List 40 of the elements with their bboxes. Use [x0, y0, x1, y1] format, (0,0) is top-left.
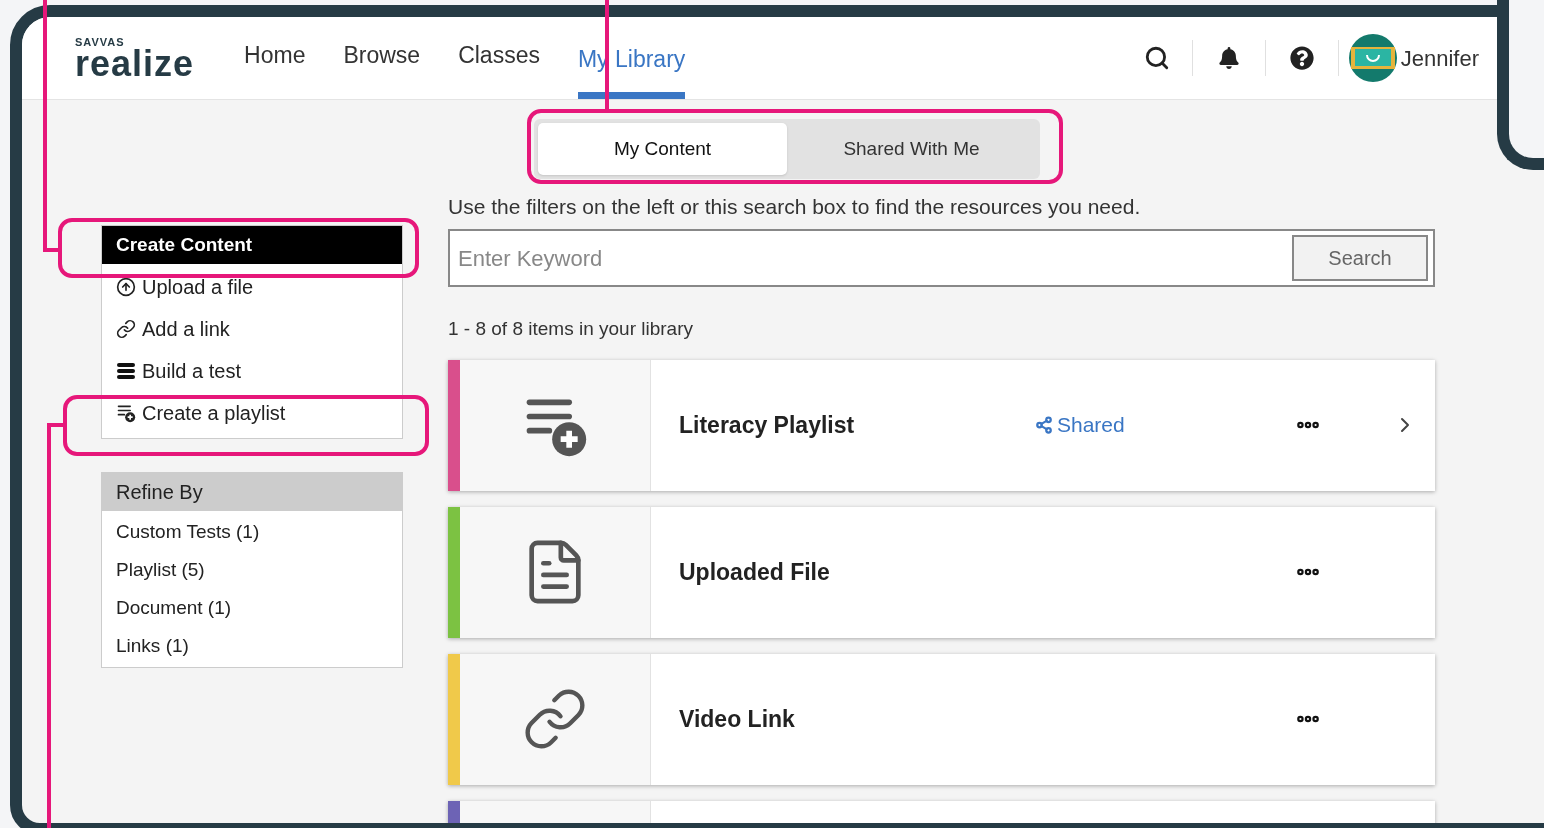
content-card[interactable]: Literacy Playlist Shared [448, 359, 1435, 491]
filter-link[interactable]: Links (1) [116, 631, 388, 661]
link-icon [522, 686, 588, 752]
content-card[interactable]: Uploaded File [448, 506, 1435, 638]
create-menu-item[interactable]: Create a playlist [116, 400, 388, 426]
panel-header: Create Content [102, 226, 402, 264]
notification-bell-icon[interactable] [1217, 47, 1240, 69]
create-menu-item[interactable]: Upload a file [116, 274, 388, 300]
stacked-bars-icon [116, 361, 136, 381]
chalkboard-avatar-icon[interactable] [1348, 34, 1397, 82]
card-title[interactable]: Uploaded File [679, 554, 1035, 590]
upload-icon [116, 277, 136, 297]
share-icon [1035, 416, 1053, 434]
search-icon[interactable] [1143, 45, 1170, 71]
link-icon [116, 319, 136, 339]
help-icon[interactable] [1289, 46, 1314, 70]
tab[interactable]: Shared With Me [787, 123, 1036, 175]
create-menu-item[interactable]: Build a test [116, 358, 388, 384]
playlist-add-icon [116, 403, 136, 423]
keyword-input[interactable]: Enter Keyword [458, 241, 1292, 275]
panel-header: Refine By [102, 473, 402, 511]
tab[interactable]: My Content [538, 123, 787, 175]
filter-link[interactable]: Custom Tests (1) [116, 517, 388, 547]
create-menu-item[interactable]: Add a link [116, 316, 388, 342]
item-count: 1 - 8 of 8 items in your library [448, 317, 694, 341]
logo-wordmark: realize [75, 48, 195, 80]
logo-brand: SAVVAS [75, 36, 126, 48]
search-field[interactable]: Enter Keyword Search [448, 229, 1435, 287]
search-button[interactable]: Search [1292, 235, 1428, 281]
nav-link[interactable]: Browse [343, 17, 421, 99]
nav-link[interactable]: Home [244, 17, 306, 99]
card-title[interactable]: Literacy Playlist [679, 407, 1035, 443]
filter-link[interactable]: Playlist (5) [116, 555, 388, 585]
user-name[interactable]: Jennifer [1400, 41, 1479, 75]
filter-link[interactable]: Document (1) [116, 593, 388, 623]
content-card[interactable]: Video Link [448, 653, 1435, 785]
search-hint: Use the filters on the left or this search box to find the resources you need. [448, 194, 1142, 220]
nav-link[interactable]: Classes [458, 17, 540, 99]
shared-label[interactable]: Shared [1035, 409, 1295, 441]
card-title[interactable]: Video Link [679, 701, 1035, 737]
